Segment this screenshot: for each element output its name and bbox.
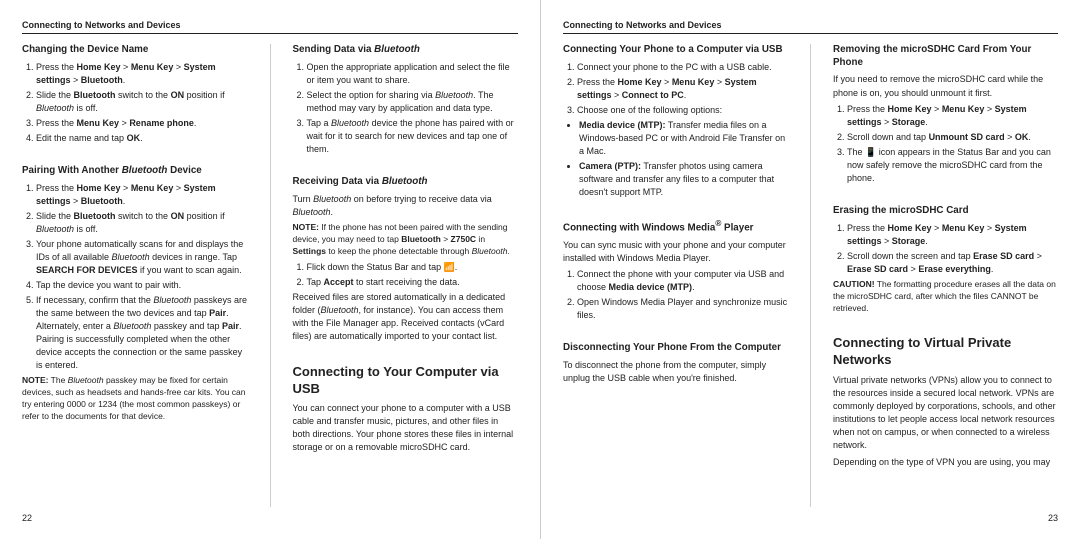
section-title-vpn: Connecting to Virtual Private Networks <box>833 335 1058 369</box>
list-item: Slide the Bluetooth switch to the ON pos… <box>36 89 248 115</box>
right-col-divider <box>810 44 811 507</box>
list-item: Tap Accept to start receiving the data. <box>307 276 519 289</box>
list-item: Edit the name and tap OK. <box>36 132 248 145</box>
section-erasing-microsdHC: Erasing the microSDHC Card Press the Hom… <box>833 205 1058 318</box>
list-item: Your phone automatically scans for and d… <box>36 238 248 277</box>
section-title-erasing-microsdHC: Erasing the microSDHC Card <box>833 205 1058 218</box>
vpn-body1: Virtual private networks (VPNs) allow yo… <box>833 374 1058 452</box>
section-title-sending-data: Sending Data via Bluetooth <box>293 44 519 57</box>
list-item: Tap the device you want to pair with. <box>36 279 248 292</box>
section-connecting-phone-usb: Connecting Your Phone to a Computer via … <box>563 44 788 201</box>
removing-intro: If you need to remove the microSDHC card… <box>833 73 1058 99</box>
list-item: Press the Menu Key > Rename phone. <box>36 117 248 130</box>
disconnecting-body: To disconnect the phone from the compute… <box>563 359 788 385</box>
list-item: Tap a Bluetooth device the phone has pai… <box>307 117 519 156</box>
list-item: Press the Home Key > Menu Key > System s… <box>36 182 248 208</box>
right-page: Connecting to Networks and Devices Conne… <box>540 0 1080 539</box>
section-title-disconnecting-phone: Disconnecting Your Phone From the Comput… <box>563 342 788 355</box>
windows-media-list: Connect the phone with your computer via… <box>563 268 788 322</box>
section-title-connecting-phone-usb: Connecting Your Phone to a Computer via … <box>563 44 788 57</box>
removing-list: Press the Home Key > Menu Key > System s… <box>833 103 1058 185</box>
receiving-note: NOTE: If the phone has not been paired w… <box>293 222 519 258</box>
section-title-connecting-computer-usb: Connecting to Your Computer via USB <box>293 364 519 398</box>
section-title-receiving-data: Receiving Data via Bluetooth <box>293 176 519 189</box>
list-item: Connect the phone with your computer via… <box>577 268 788 294</box>
left-col1: Changing the Device Name Press the Home … <box>22 44 248 507</box>
section-vpn: Connecting to Virtual Private Networks V… <box>833 335 1058 471</box>
receiving-extra: Received files are stored automatically … <box>293 291 519 343</box>
list-item: Press the Home Key > Menu Key > System s… <box>577 76 788 102</box>
list-item: Camera (PTP): Transfer photos using came… <box>579 160 788 199</box>
left-col2: Sending Data via Bluetooth Open the appr… <box>293 44 519 507</box>
section-changing-device-name: Changing the Device Name Press the Home … <box>22 44 248 147</box>
left-page-number: 22 <box>22 513 32 523</box>
list-item: Scroll down the screen and tap Erase SD … <box>847 250 1058 276</box>
list-item: Press the Home Key > Menu Key > System s… <box>847 222 1058 248</box>
list-item: If necessary, confirm that the Bluetooth… <box>36 294 248 372</box>
list-item: Open Windows Media Player and synchroniz… <box>577 296 788 322</box>
connecting-phone-usb-list: Connect your phone to the PC with a USB … <box>563 61 788 117</box>
list-item: Press the Home Key > Menu Key > System s… <box>847 103 1058 129</box>
list-item: Choose one of the following options: <box>577 104 788 117</box>
changing-device-name-list: Press the Home Key > Menu Key > System s… <box>22 61 248 145</box>
sending-data-list: Open the appropriate application and sel… <box>293 61 519 156</box>
section-sending-data: Sending Data via Bluetooth Open the appr… <box>293 44 519 158</box>
left-page: Connecting to Networks and Devices Chang… <box>0 0 540 539</box>
connecting-computer-body: You can connect your phone to a computer… <box>293 402 519 454</box>
list-item: Connect your phone to the PC with a USB … <box>577 61 788 74</box>
section-receiving-data: Receiving Data via Bluetooth Turn Blueto… <box>293 176 519 346</box>
right-header: Connecting to Networks and Devices <box>563 20 1058 34</box>
section-title-pairing-bluetooth: Pairing With Another Bluetooth Device <box>22 165 248 178</box>
section-pairing-bluetooth: Pairing With Another Bluetooth Device Pr… <box>22 165 248 426</box>
list-item: Slide the Bluetooth switch to the ON pos… <box>36 210 248 236</box>
left-header: Connecting to Networks and Devices <box>22 20 518 34</box>
list-item: Flick down the Status Bar and tap 📶. <box>307 261 519 274</box>
connecting-phone-usb-bullets: Media device (MTP): Transfer media files… <box>563 119 788 199</box>
right-page-number: 23 <box>1048 513 1058 523</box>
receiving-data-list: Flick down the Status Bar and tap 📶. Tap… <box>293 261 519 289</box>
vpn-body2: Depending on the type of VPN you are usi… <box>833 456 1058 469</box>
list-item: Open the appropriate application and sel… <box>307 61 519 87</box>
windows-media-body: You can sync music with your phone and y… <box>563 239 788 265</box>
receiving-intro: Turn Bluetooth on before trying to recei… <box>293 193 519 219</box>
section-removing-microsdHC: Removing the microSDHC Card From Your Ph… <box>833 44 1058 187</box>
list-item: Scroll down and tap Unmount SD card > OK… <box>847 131 1058 144</box>
pairing-bluetooth-list: Press the Home Key > Menu Key > System s… <box>22 182 248 373</box>
list-item: Press the Home Key > Menu Key > System s… <box>36 61 248 87</box>
right-col1: Connecting Your Phone to a Computer via … <box>563 44 788 507</box>
section-title-changing-device-name: Changing the Device Name <box>22 44 248 57</box>
list-item: The 📱 icon appears in the Status Bar and… <box>847 146 1058 185</box>
section-connecting-computer-usb-intro: Connecting to Your Computer via USB You … <box>293 364 519 457</box>
erasing-caution: CAUTION! The formatting procedure erases… <box>833 279 1058 315</box>
right-col2: Removing the microSDHC Card From Your Ph… <box>833 44 1058 507</box>
section-title-windows-media: Connecting with Windows Media® Player <box>563 219 788 235</box>
pairing-note: NOTE: The Bluetooth passkey may be fixed… <box>22 375 248 423</box>
section-disconnecting-phone: Disconnecting Your Phone From the Comput… <box>563 342 788 388</box>
col-divider <box>270 44 271 507</box>
section-windows-media: Connecting with Windows Media® Player Yo… <box>563 219 788 324</box>
list-item: Media device (MTP): Transfer media files… <box>579 119 788 158</box>
erasing-list: Press the Home Key > Menu Key > System s… <box>833 222 1058 276</box>
list-item: Select the option for sharing via Blueto… <box>307 89 519 115</box>
section-title-removing-microsdHC: Removing the microSDHC Card From Your Ph… <box>833 44 1058 69</box>
